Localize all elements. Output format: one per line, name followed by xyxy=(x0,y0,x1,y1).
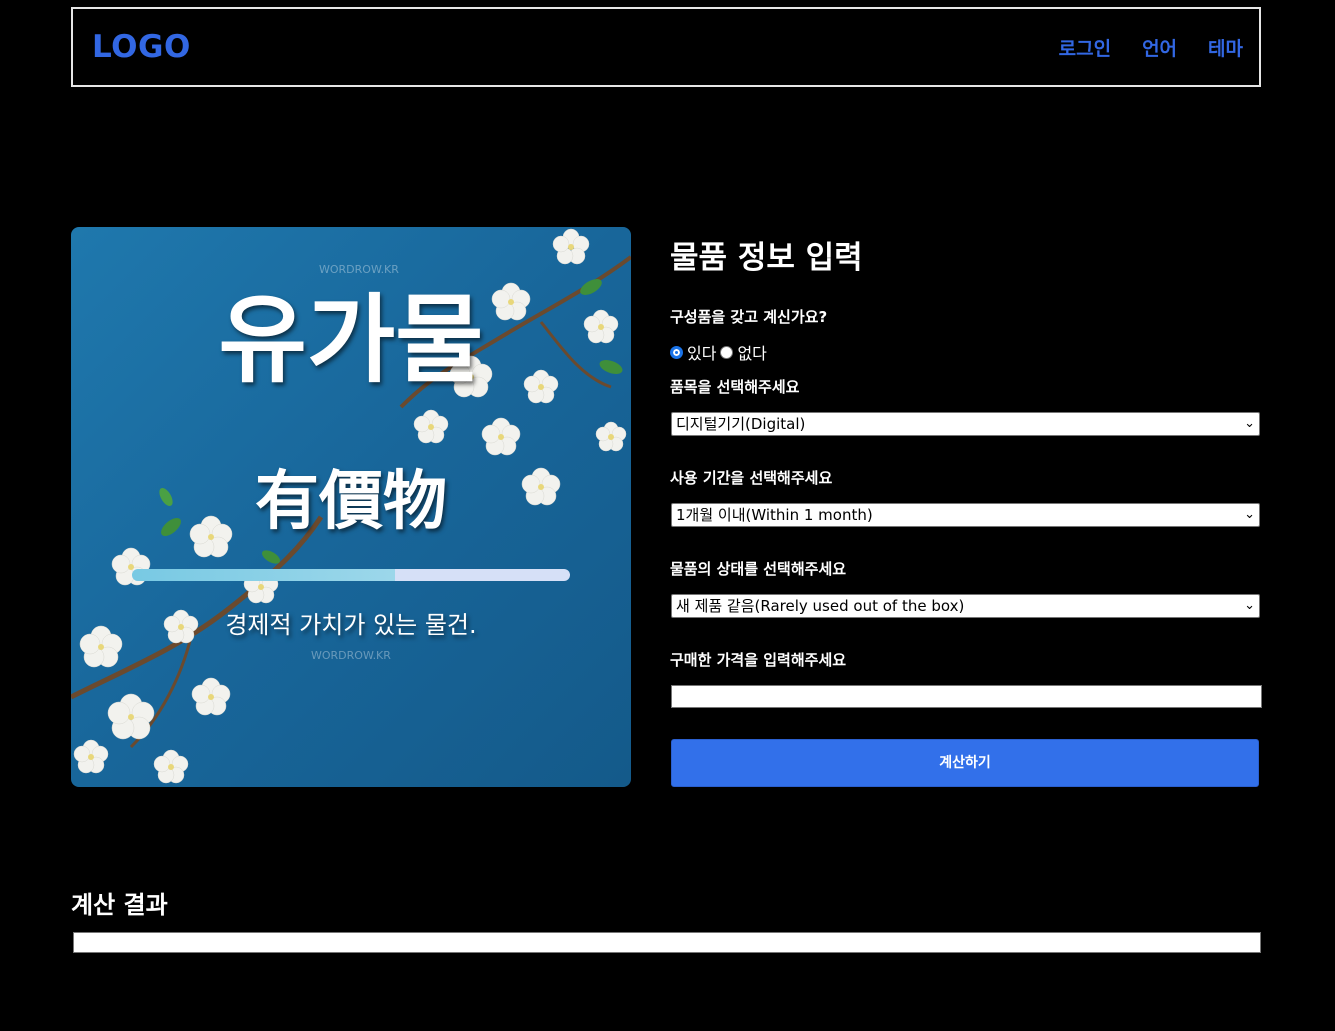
price-label: 구매한 가격을 입력해주세요 xyxy=(670,651,847,669)
hero-progress-bar xyxy=(132,569,570,581)
hero-watermark-top: WORDROW.KR xyxy=(319,263,399,276)
header: LOGO 로그인 언어 테마 xyxy=(71,7,1261,87)
hero-watermark-bottom: WORDROW.KR xyxy=(311,649,391,662)
period-label: 사용 기간을 선택해주세요 xyxy=(670,469,833,487)
result-title: 계산 결과 xyxy=(71,891,168,919)
chevron-down-icon: ⌄ xyxy=(1244,598,1255,613)
hero-title-hanja: 有價物 xyxy=(255,464,447,539)
calculate-button[interactable]: 계산하기 xyxy=(671,739,1259,787)
radio-no[interactable] xyxy=(720,345,734,359)
category-label: 품목을 선택해주세요 xyxy=(670,378,800,396)
condition-select[interactable]: 새 제품 같음(Rarely used out of the box) ⌄ xyxy=(671,594,1260,618)
logo[interactable]: LOGO xyxy=(92,29,191,65)
radio-no-label[interactable]: 없다 xyxy=(737,340,766,364)
nav-theme-link[interactable]: 테마 xyxy=(1208,34,1243,61)
period-select[interactable]: 1개월 이내(Within 1 month) ⌄ xyxy=(671,503,1260,527)
condition-label: 물품의 상태를 선택해주세요 xyxy=(670,560,847,578)
period-select-value: 1개월 이내(Within 1 month) xyxy=(676,506,873,524)
radio-yes[interactable] xyxy=(670,345,683,359)
chevron-down-icon: ⌄ xyxy=(1244,416,1255,431)
form-title: 물품 정보 입력 xyxy=(670,240,863,276)
nav-menu: 로그인 언어 테마 xyxy=(1059,34,1243,61)
page: LOGO 로그인 언어 테마 WORDROW.KR 유가물 有價物 경제적 가치… xyxy=(0,0,1335,1031)
hero-subtitle: 경제적 가치가 있는 물건. xyxy=(225,611,477,639)
nav-language-link[interactable]: 언어 xyxy=(1142,34,1177,61)
result-output xyxy=(73,932,1261,953)
components-question-label: 구성품을 갖고 계신가요? xyxy=(670,308,828,326)
condition-select-value: 새 제품 같음(Rarely used out of the box) xyxy=(676,597,965,615)
price-input[interactable] xyxy=(671,685,1262,708)
components-radio-group: 있다 없다 xyxy=(670,340,771,364)
hero-title-korean: 유가물 xyxy=(218,284,484,396)
radio-yes-label[interactable]: 있다 xyxy=(687,340,716,364)
category-select[interactable]: 디지털기기(Digital) ⌄ xyxy=(671,412,1260,436)
chevron-down-icon: ⌄ xyxy=(1244,507,1255,522)
nav-login-link[interactable]: 로그인 xyxy=(1059,34,1111,61)
hero-progress-fill xyxy=(132,569,395,581)
hero-image: WORDROW.KR 유가물 有價物 경제적 가치가 있는 물건. WORDRO… xyxy=(71,227,631,787)
category-select-value: 디지털기기(Digital) xyxy=(676,415,806,433)
